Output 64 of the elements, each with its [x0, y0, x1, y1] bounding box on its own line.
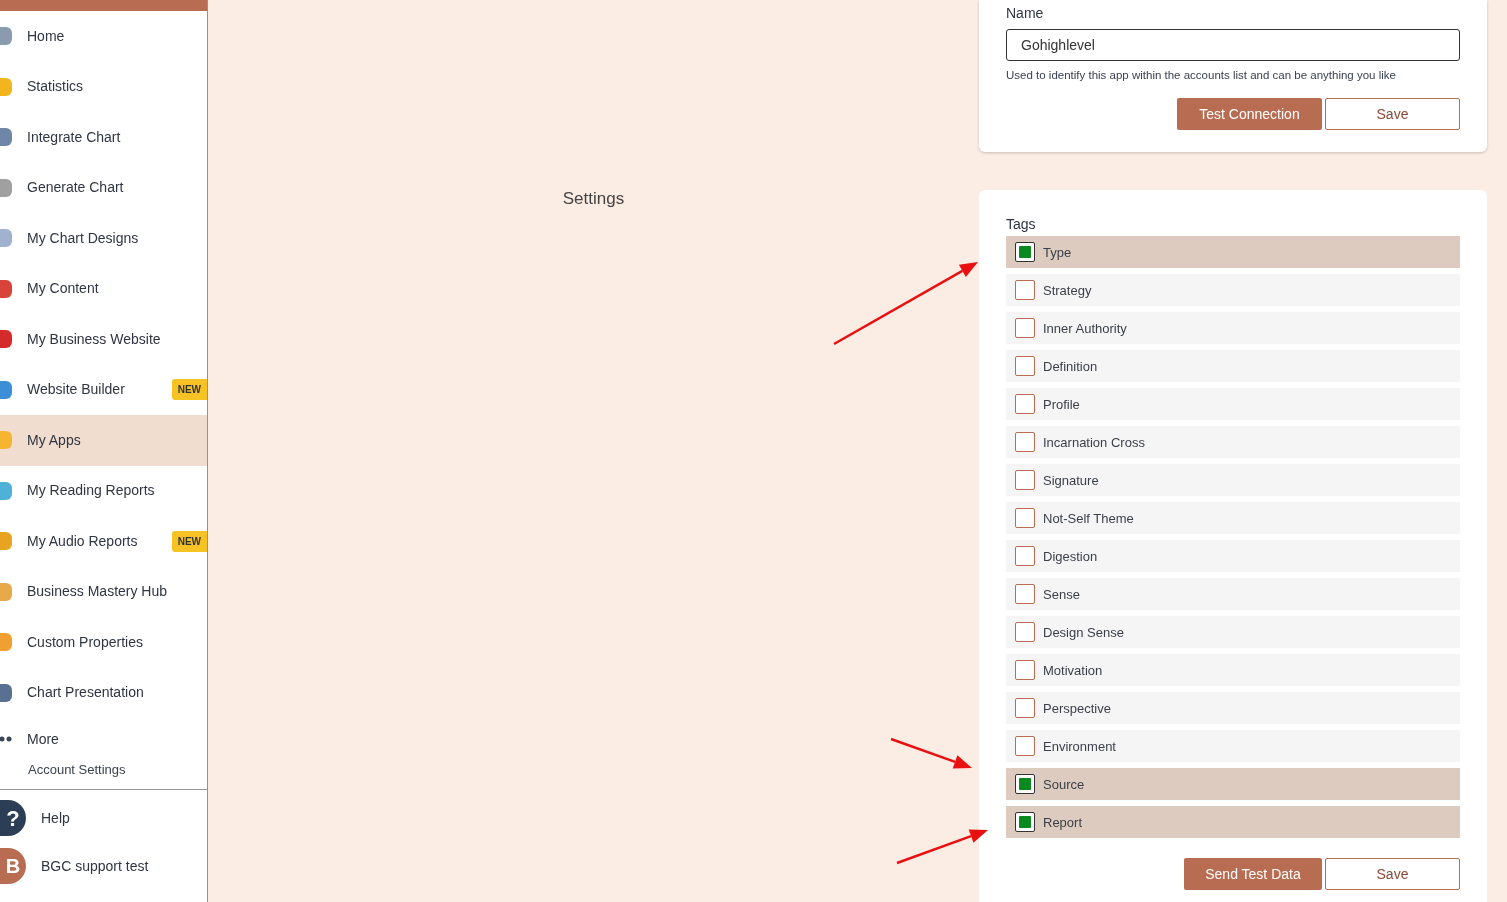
- tag-option[interactable]: Incarnation Cross: [1006, 426, 1460, 459]
- tag-option[interactable]: Environment: [1006, 730, 1460, 763]
- tag-option[interactable]: Source: [1006, 768, 1460, 801]
- more-item[interactable]: More: [0, 721, 207, 757]
- checkbox[interactable]: [1015, 318, 1035, 339]
- help-icon: ?: [0, 800, 26, 836]
- checkbox[interactable]: [1015, 508, 1035, 529]
- checkbox[interactable]: [1015, 812, 1035, 833]
- sidebar-item[interactable]: Home: [0, 11, 207, 62]
- sidebar-item[interactable]: Custom Properties: [0, 617, 207, 668]
- tag-option[interactable]: Digestion: [1006, 540, 1460, 573]
- checkbox[interactable]: [1015, 280, 1035, 301]
- checkbox[interactable]: [1015, 774, 1035, 795]
- checkbox[interactable]: [1015, 546, 1035, 567]
- sidebar-item[interactable]: Business Mastery Hub: [0, 566, 207, 617]
- tag-option[interactable]: Definition: [1006, 350, 1460, 383]
- save-button[interactable]: Save: [1325, 858, 1460, 891]
- tag-option[interactable]: Perspective: [1006, 692, 1460, 725]
- send-test-data-button[interactable]: Send Test Data: [1184, 858, 1322, 891]
- tag-option[interactable]: Design Sense: [1006, 616, 1460, 649]
- tag-option[interactable]: Type: [1006, 236, 1460, 269]
- save-button[interactable]: Save: [1325, 98, 1460, 131]
- checkbox[interactable]: [1015, 394, 1035, 415]
- checkbox[interactable]: [1015, 470, 1035, 491]
- hint-text: Used to identify this app within the accounts list and can be anything you like: [1006, 68, 1397, 83]
- checkbox[interactable]: [1015, 698, 1035, 719]
- help-item[interactable]: ? Help: [0, 794, 207, 842]
- field-label: Tags: [1006, 215, 1037, 235]
- dots-icon: [0, 736, 12, 742]
- sidebar-item[interactable]: My Chart Designs: [0, 213, 207, 264]
- checkbox[interactable]: [1015, 660, 1035, 681]
- new-badge: NEW: [171, 379, 207, 401]
- sidebar-item[interactable]: Generate Chart: [0, 162, 207, 213]
- user-avatar: B: [0, 848, 26, 884]
- sidebar-item[interactable]: My Content: [0, 263, 207, 314]
- tag-option[interactable]: Strategy: [1006, 274, 1460, 307]
- sidebar-item[interactable]: Integrate Chart: [0, 112, 207, 163]
- tag-option[interactable]: Signature: [1006, 464, 1460, 497]
- field-label: Name: [1006, 4, 1045, 23]
- checkbox[interactable]: [1015, 736, 1035, 757]
- page-title: Settings: [562, 188, 625, 208]
- checkbox[interactable]: [1015, 584, 1035, 605]
- tag-option[interactable]: Sense: [1006, 578, 1460, 611]
- new-badge: NEW: [171, 530, 207, 552]
- sidebar-item[interactable]: My Apps: [0, 415, 207, 466]
- user-item[interactable]: B BGC support test: [0, 842, 207, 890]
- sidebar-item[interactable]: My Business Website: [0, 314, 207, 365]
- account-settings-link[interactable]: Account Settings: [28, 757, 126, 783]
- test-connection-button[interactable]: Test Connection: [1177, 98, 1322, 131]
- tag-option[interactable]: Profile: [1006, 388, 1460, 421]
- sidebar-item[interactable]: Chart Presentation: [0, 667, 207, 718]
- checkbox[interactable]: [1015, 432, 1035, 453]
- name-field[interactable]: Gohighlevel: [1006, 29, 1460, 61]
- checkbox[interactable]: [1015, 622, 1035, 643]
- checkbox[interactable]: [1015, 356, 1035, 377]
- tag-option[interactable]: Not-Self Theme: [1006, 502, 1460, 535]
- checkbox[interactable]: [1015, 242, 1035, 263]
- sidebar-item[interactable]: Statistics: [0, 61, 207, 112]
- tag-option[interactable]: Inner Authority: [1006, 312, 1460, 345]
- tag-option[interactable]: Report: [1006, 806, 1460, 839]
- sidebar-item[interactable]: My Audio Reports NEW: [0, 516, 207, 567]
- sidebar-item[interactable]: My Reading Reports: [0, 465, 207, 516]
- tag-option[interactable]: Motivation: [1006, 654, 1460, 687]
- sidebar-item[interactable]: Website Builder NEW: [0, 364, 207, 415]
